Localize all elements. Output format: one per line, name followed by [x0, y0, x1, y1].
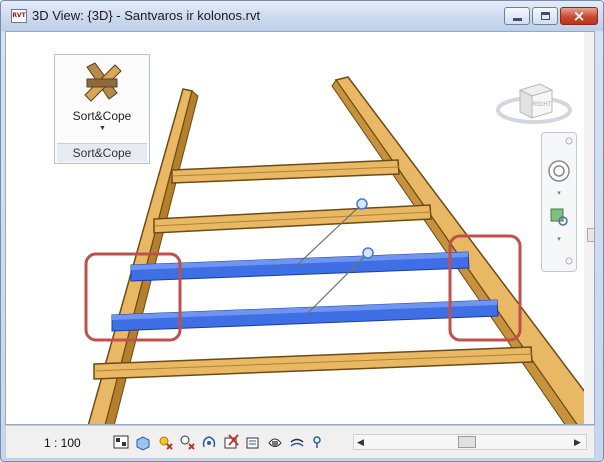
horizontal-scrollbar[interactable]: ◀ ▶: [353, 434, 587, 450]
view-scale[interactable]: 1 : 100: [44, 436, 81, 450]
cross-beam[interactable]: [171, 159, 400, 184]
title-bar[interactable]: RVT 3D View: {3D} - Santvaros ir kolonos…: [1, 1, 603, 31]
revit-view-window: RVT 3D View: {3D} - Santvaros ir kolonos…: [0, 0, 604, 462]
scroll-right-arrow-icon[interactable]: ▶: [574, 437, 581, 448]
reveal-hidden-icon[interactable]: [288, 433, 306, 451]
minimize-icon: [513, 18, 522, 21]
crop-view-icon[interactable]: [200, 433, 218, 451]
vertical-scroll-thumb[interactable]: [587, 228, 594, 242]
minimize-button[interactable]: [504, 7, 530, 25]
viewcube-face-label: RIGHT: [533, 102, 552, 108]
close-button[interactable]: ×: [560, 7, 598, 25]
3d-view-canvas[interactable]: Sort&Cope ▼ Sort&Cope RIGHT ▾ ▾: [5, 31, 595, 425]
temporary-hide-icon[interactable]: [266, 433, 284, 451]
zoom-region-icon[interactable]: [550, 208, 568, 226]
horizontal-scroll-thumb[interactable]: [458, 436, 476, 448]
cross-beam[interactable]: [93, 346, 533, 380]
selected-beam[interactable]: [130, 251, 470, 282]
sort-cope-button[interactable]: Sort&Cope ▼: [57, 57, 147, 141]
maximize-icon: [541, 12, 550, 20]
close-icon: ×: [572, 7, 586, 25]
sort-cope-panel: Sort&Cope ▼ Sort&Cope: [54, 54, 150, 164]
analytical-model-icon[interactable]: [308, 433, 326, 451]
sort-cope-button-label: Sort&Cope: [72, 109, 132, 123]
shadows-icon[interactable]: [178, 433, 196, 451]
sun-path-icon[interactable]: [156, 433, 174, 451]
scroll-left-arrow-icon[interactable]: ◀: [357, 437, 364, 448]
sort-cope-icon: [84, 62, 122, 102]
analytical-node[interactable]: [362, 247, 374, 259]
visual-style-icon[interactable]: [134, 433, 152, 451]
chevron-down-icon: ▼: [99, 125, 106, 132]
revit-app-icon[interactable]: RVT: [11, 9, 27, 23]
sort-cope-panel-label: Sort&Cope: [57, 143, 147, 162]
view-cube[interactable]: RIGHT: [494, 72, 574, 128]
svg-text:▾: ▾: [557, 235, 561, 243]
maximize-button[interactable]: [532, 7, 558, 25]
detail-level-icon[interactable]: [112, 433, 130, 451]
selected-beam[interactable]: [111, 299, 499, 332]
show-crop-icon[interactable]: [222, 433, 240, 451]
navigation-bar: ▾ ▾: [541, 132, 577, 272]
svg-text:▾: ▾: [557, 189, 561, 197]
cross-beam[interactable]: [153, 204, 432, 234]
view-control-bar: 1 : 100 ◀ ▶: [5, 425, 595, 459]
steering-wheel-icon[interactable]: [548, 160, 570, 182]
analytical-node[interactable]: [356, 198, 368, 210]
unlock-3d-icon[interactable]: [244, 433, 262, 451]
window-title: 3D View: {3D} - Santvaros ir kolonos.rvt: [32, 8, 261, 23]
